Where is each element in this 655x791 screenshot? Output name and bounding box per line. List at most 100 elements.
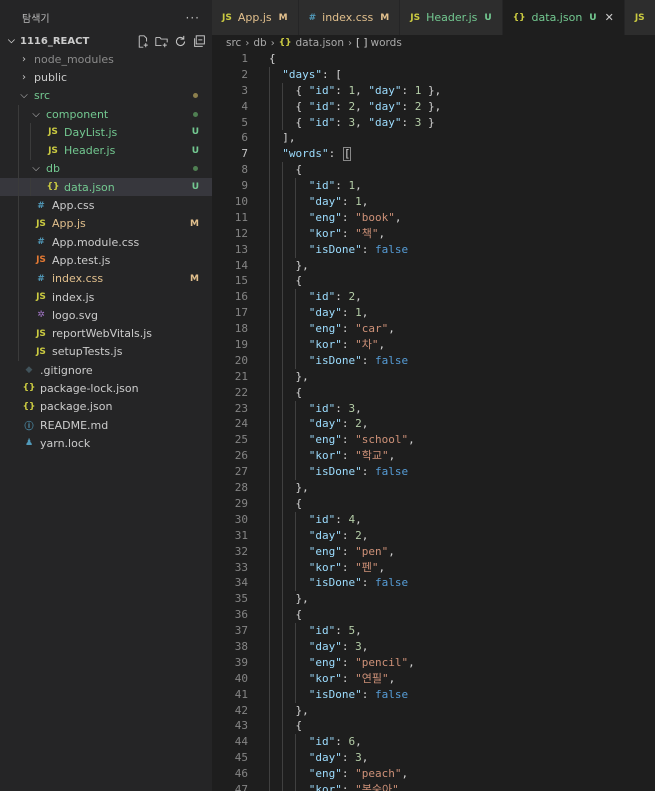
code-line: 7 "words": [ bbox=[212, 146, 655, 163]
tree-item[interactable]: JS setupTests.js bbox=[0, 342, 212, 362]
line-number: 7 bbox=[241, 147, 248, 161]
line-number: 18 bbox=[234, 322, 248, 336]
close-icon[interactable]: ✕ bbox=[605, 11, 614, 24]
tree-item[interactable]: ✲ logo.svg bbox=[0, 306, 212, 325]
tree-item[interactable]: # index.css M bbox=[0, 269, 212, 288]
explorer-sidebar: 탐색기 ··· ⌵ 1116_REACT › node_modules › publi… bbox=[0, 0, 212, 791]
breadcrumb-file[interactable]: data.json bbox=[296, 37, 344, 49]
tree-item[interactable]: JS reportWebVitals.js bbox=[0, 324, 212, 343]
line-number: 46 bbox=[234, 767, 248, 781]
code-line: 29 { bbox=[212, 495, 655, 512]
indent-guide bbox=[18, 342, 19, 362]
code-token: false bbox=[374, 687, 409, 701]
code-token: 3 bbox=[355, 751, 362, 765]
collapse-all-icon[interactable] bbox=[192, 34, 206, 48]
tree-item[interactable]: JS App.test.js bbox=[0, 251, 212, 270]
code-line: 34 "isDone": false bbox=[212, 575, 655, 592]
code-token: : bbox=[335, 115, 349, 129]
line-number: 17 bbox=[234, 306, 248, 320]
code-line: 12 "kor": "책", bbox=[212, 225, 655, 242]
tab-label: data.json bbox=[531, 11, 583, 24]
tree-item[interactable]: ◆ .gitignore bbox=[0, 361, 212, 379]
code-token: : bbox=[401, 115, 415, 129]
code-line: 43 { bbox=[212, 718, 655, 735]
code-line: 44 "id": 6, bbox=[212, 734, 655, 751]
tree-item-label: index.css bbox=[52, 272, 104, 286]
tab-app-js[interactable]: JS App.js M bbox=[212, 0, 299, 35]
svg-file-icon: ✲ bbox=[37, 310, 45, 321]
code-token: , bbox=[398, 782, 406, 791]
code-token: "복숭아" bbox=[355, 782, 399, 791]
line-number: 47 bbox=[234, 782, 248, 791]
code-token: "학교" bbox=[355, 449, 389, 463]
refresh-icon[interactable] bbox=[173, 34, 187, 48]
code-line: 40 "kor": "연필", bbox=[212, 670, 655, 687]
tab-index-css[interactable]: # index.css M bbox=[298, 0, 401, 35]
code-token: }, bbox=[295, 481, 309, 495]
tree-item-label: index.js bbox=[52, 290, 95, 304]
code-line: 17 "day": 1, bbox=[212, 305, 655, 322]
breadcrumb-db[interactable]: db bbox=[253, 37, 266, 49]
javascript-file-icon: JS bbox=[410, 12, 421, 23]
breadcrumb-symbol[interactable]: words bbox=[371, 37, 402, 49]
tree-item-label: yarn.lock bbox=[40, 436, 91, 450]
indent-guide bbox=[18, 306, 19, 325]
new-file-icon[interactable] bbox=[135, 34, 149, 48]
code-token: { bbox=[295, 99, 309, 113]
tree-item[interactable]: {} data.json U bbox=[0, 178, 212, 197]
indent-guide bbox=[18, 232, 19, 252]
tree-item[interactable]: ⓘ README.md bbox=[0, 416, 212, 434]
chevron-down-icon: ⌵ bbox=[32, 163, 40, 175]
code-line: 37 "id": 5, bbox=[212, 623, 655, 639]
tree-item[interactable]: # App.css bbox=[0, 196, 212, 215]
more-actions-icon[interactable]: ··· bbox=[186, 11, 200, 25]
code-token: "peach" bbox=[355, 767, 402, 781]
javascript-file-icon: JS bbox=[36, 328, 46, 339]
workspace-root[interactable]: ⌵ 1116_REACT bbox=[0, 32, 212, 50]
tree-item[interactable]: ⌵ src bbox=[0, 87, 212, 105]
code-line: 31 "day": 2, bbox=[212, 527, 655, 544]
tree-item-label: src bbox=[34, 89, 51, 103]
new-folder-icon[interactable] bbox=[154, 34, 168, 48]
tree-item[interactable]: {} package-lock.json bbox=[0, 379, 212, 397]
line-number: 10 bbox=[234, 195, 248, 209]
tree-item[interactable]: › public bbox=[0, 68, 212, 86]
code-token: ], bbox=[282, 131, 296, 145]
tab-data-json[interactable]: {} data.json U ✕ bbox=[502, 0, 625, 35]
tree-item[interactable]: › node_modules bbox=[0, 50, 212, 68]
tree-item[interactable]: ⌵ db bbox=[0, 159, 212, 179]
indent-guide bbox=[18, 178, 19, 197]
tab-js[interactable]: JS bbox=[624, 0, 655, 35]
git-file-icon: ◆ bbox=[25, 365, 33, 376]
tree-item[interactable]: JS index.js bbox=[0, 287, 212, 307]
tree-item[interactable]: ♟ yarn.lock bbox=[0, 434, 212, 452]
line-number: 24 bbox=[234, 417, 248, 431]
tree-item-label: DayList.js bbox=[64, 125, 118, 139]
code-token: : bbox=[335, 512, 349, 526]
code-token: "차" bbox=[355, 338, 379, 352]
code-token: : bbox=[341, 639, 356, 653]
code-editor[interactable]: 1{2 "days": [3 { "id": 1, "day": 1 }, 4 {… bbox=[212, 51, 655, 791]
tree-item[interactable]: JS DayList.js U bbox=[0, 123, 212, 142]
tree-item[interactable]: # App.module.css bbox=[0, 232, 212, 252]
code-token: "days" bbox=[282, 67, 322, 81]
tree-item[interactable]: ⌵ component bbox=[0, 104, 212, 124]
tree-item[interactable]: JS App.js M bbox=[0, 214, 212, 233]
code-line: 47 "kor": "복숭아", bbox=[212, 781, 655, 791]
code-token: { bbox=[295, 608, 303, 622]
code-token: 3 bbox=[355, 639, 362, 653]
code-token: : bbox=[335, 179, 349, 193]
code-token: , bbox=[378, 560, 386, 574]
tab-header-js[interactable]: JS Header.js U bbox=[400, 0, 503, 35]
tree-item[interactable]: {} package.json bbox=[0, 398, 212, 416]
tree-item[interactable]: JS Header.js U bbox=[0, 141, 212, 160]
line-number: 5 bbox=[241, 115, 248, 129]
tree-item-label: package.json bbox=[40, 400, 113, 414]
breadcrumb-src[interactable]: src bbox=[226, 37, 241, 49]
code-line: 28 }, bbox=[212, 480, 655, 496]
line-number: 32 bbox=[234, 544, 248, 558]
code-token: , bbox=[355, 290, 362, 304]
code-token: "책" bbox=[355, 226, 379, 240]
tab-status: U bbox=[589, 12, 597, 23]
file-tree: › node_modules › public ⌵ src ⌵ component JS DayL… bbox=[0, 50, 212, 453]
